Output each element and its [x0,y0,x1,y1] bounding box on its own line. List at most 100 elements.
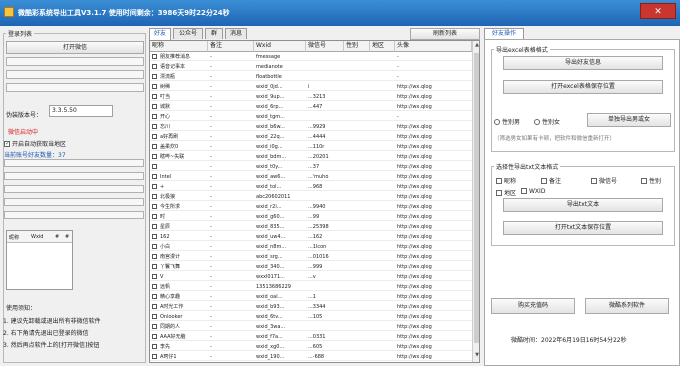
table-row[interactable]: 漂流瓶 - floatbottle - [150,73,472,81]
table-row[interactable]: 语音记事本 - medianote - [150,63,472,71]
auto-read-checkbox[interactable]: 开启自动获取当地区 [4,139,66,148]
row-checkbox[interactable] [152,334,157,339]
row-checkbox[interactable] [152,104,157,109]
radio-female[interactable]: 性别女 [534,117,560,126]
row-checkbox[interactable] [152,144,157,149]
table-row[interactable]: + - wxid_tol... ...968 http://wx.qlog [150,183,472,191]
tab-friend-ops[interactable]: 好友操作 [484,28,524,39]
row-checkbox[interactable] [152,224,157,229]
row-checkbox[interactable] [152,244,157,249]
table-row[interactable]: A珂仔1 - wxid_190... ...-688 http://wx.qlog [150,353,472,361]
refresh-list-button[interactable]: 刷新列表 [410,28,480,40]
table-row[interactable]: 小白 - wxid_n8m... ...1lcon http://wx.qlog [150,243,472,251]
scroll-down-icon[interactable]: ▼ [474,352,479,360]
table-row[interactable]: 时 - wxid_g60... ...99 http://wx.qlog [150,213,472,221]
scroll-thumb[interactable] [474,53,479,343]
row-checkbox[interactable] [152,354,157,359]
table-row[interactable]: 精心享趣 - wxid_oal... ...1 http://wx.qlog [150,293,472,301]
row-checkbox[interactable] [152,284,157,289]
table-row[interactable]: 树稀 - wxid_0jd... i http://wx.qlog [150,83,472,91]
table-row[interactable]: 丫鬟飞舞 - wxid_340... ...999 http://wx.qlog [150,263,472,271]
table-row[interactable]: 北极狼 - abc20602011 http://wx.qlog [150,193,472,201]
table-row[interactable]: - wxid_t0y... ...37 http://wx.qlog [150,163,472,171]
table-row[interactable]: 162 - wxid_uw4... ...162 http://wx.qlog [150,233,472,241]
col-wxid[interactable]: Wxid [254,41,306,52]
row-checkbox[interactable] [152,134,157,139]
friends-table[interactable]: 昵称 备注 Wxid 微信号 性别 地区 头像 朋友推荐消息 - fmessage -… [149,40,480,363]
table-row[interactable]: 叮当 - wxid_9up... ...3213 http://wx.qlog [150,93,472,101]
export-friends-button[interactable]: 导出好友信息 [503,56,663,70]
table-row[interactable]: V - wxxl0171... ...v http://wx.qlog [150,273,472,281]
row-checkbox[interactable] [152,294,157,299]
table-row[interactable]: 朋友推荐消息 - fmessage - [150,53,472,61]
col-wechat-id[interactable]: 微信号 [306,41,344,52]
table-row[interactable]: 忘川 - wxid_b6w... ...9929 http://wx.qlog [150,123,472,131]
row-checkbox[interactable] [152,164,157,169]
open-excel-location-button[interactable]: 打开excel表格保存位置 [503,80,663,94]
txt-opt-wechat-id[interactable]: 微信号 [591,176,617,185]
open-wechat-button[interactable]: 打开微信 [6,41,144,54]
row-checkbox[interactable] [152,234,157,239]
row-checkbox[interactable] [152,84,157,89]
txt-opt-nickname[interactable]: 昵称 [496,176,516,185]
txt-opt-wxid[interactable]: WXID [521,188,545,195]
row-checkbox[interactable] [152,254,157,259]
table-row[interactable]: 城默 - wxid_6rp... ...447 http://wx.qlog [150,103,472,111]
scroll-up-icon[interactable]: ▲ [474,42,479,50]
export-txt-button[interactable]: 导出txt文本 [503,198,663,212]
table-row[interactable]: A时光工作 - wxid_b93... ...3344 http://wx.qlog [150,303,472,311]
row-checkbox[interactable] [152,344,157,349]
row-checkbox[interactable] [152,264,157,269]
txt-opt-remark[interactable]: 备注 [541,176,561,185]
row-checkbox[interactable] [152,114,157,119]
export-single-gender-button[interactable]: 单独导出男或女 [587,113,671,127]
buy-code-button[interactable]: 购买充值码 [491,298,575,314]
row-checkbox[interactable] [152,54,157,59]
txt-opt-gender[interactable]: 性别 [641,176,661,185]
mini-friend-grid[interactable]: 昵称 Wxid # # [6,230,73,290]
table-row[interactable]: 盖柔炊0 - wxid_i0g... ...110r http://wx.qlog [150,143,472,151]
table-row[interactable]: AAA好无脑 - wxid_f7a... ...0331 http://wx.qlog [150,333,472,341]
row-checkbox[interactable] [152,194,157,199]
col-nickname[interactable]: 昵称 [150,41,208,52]
table-row[interactable]: 瞎哔~失联 - wxid_bdm... ...20201 http://wx.qlog [150,153,472,161]
row-checkbox[interactable] [152,274,157,279]
row-checkbox[interactable] [152,214,157,219]
tab-groups[interactable]: 群 [205,28,223,39]
table-row[interactable]: 李先 - wxid_xg0... ...605 http://wx.qlog [150,343,472,351]
table-row[interactable]: Intel - wxid_aw6... ...'muho http://wx.qlog [150,173,472,181]
version-input[interactable]: 3.3.5.50 [49,105,113,117]
radio-male[interactable]: 性别男 [494,117,520,126]
table-row[interactable]: 开心 - wxid_tgm... - [150,113,472,121]
close-button[interactable]: ✕ [640,3,676,19]
row-checkbox[interactable] [152,124,157,129]
open-txt-location-button[interactable]: 打开txt文本保存位置 [503,221,663,235]
tab-official[interactable]: 公众号 [173,28,203,39]
row-checkbox[interactable] [152,314,157,319]
table-scrollbar[interactable]: ▲ ▼ [472,41,479,362]
col-gender[interactable]: 性别 [344,41,370,52]
table-row[interactable]: Onlooker - wxid_6tv... ...105 http://wx.qlog [150,313,472,321]
txt-opt-region[interactable]: 地区 [496,188,516,197]
table-row[interactable]: a好再刷 - wxid_22q... ...4444 http://wx.qlog [150,133,472,141]
col-avatar[interactable]: 头像 [395,41,472,52]
row-checkbox[interactable] [152,94,157,99]
table-row[interactable]: 同期的人 - wxid_3wa... http://wx.qlog [150,323,472,331]
row-checkbox[interactable] [152,324,157,329]
tab-messages[interactable]: 消息 [225,28,247,39]
table-row[interactable]: 星辰 - wxid_835... ...25398 http://wx.qlog [150,223,472,231]
col-region[interactable]: 地区 [370,41,395,52]
table-row[interactable]: 远帆 - 13513686229 http://wx.qlog [150,283,472,291]
row-checkbox[interactable] [152,74,157,79]
row-checkbox[interactable] [152,204,157,209]
table-row[interactable]: 南宫漫计 - wxid_srg... ...01016 http://wx.qlog [150,253,472,261]
row-checkbox[interactable] [152,174,157,179]
wechat-series-button[interactable]: 微酷系列软件 [585,298,669,314]
row-checkbox[interactable] [152,154,157,159]
row-checkbox[interactable] [152,64,157,69]
row-checkbox[interactable] [152,304,157,309]
table-row[interactable]: 今生所求 - wxid_r2i... ...9940 http://wx.qlog [150,203,472,211]
tab-friends[interactable]: 好友 [149,28,171,40]
col-remark[interactable]: 备注 [208,41,254,52]
row-checkbox[interactable] [152,184,157,189]
